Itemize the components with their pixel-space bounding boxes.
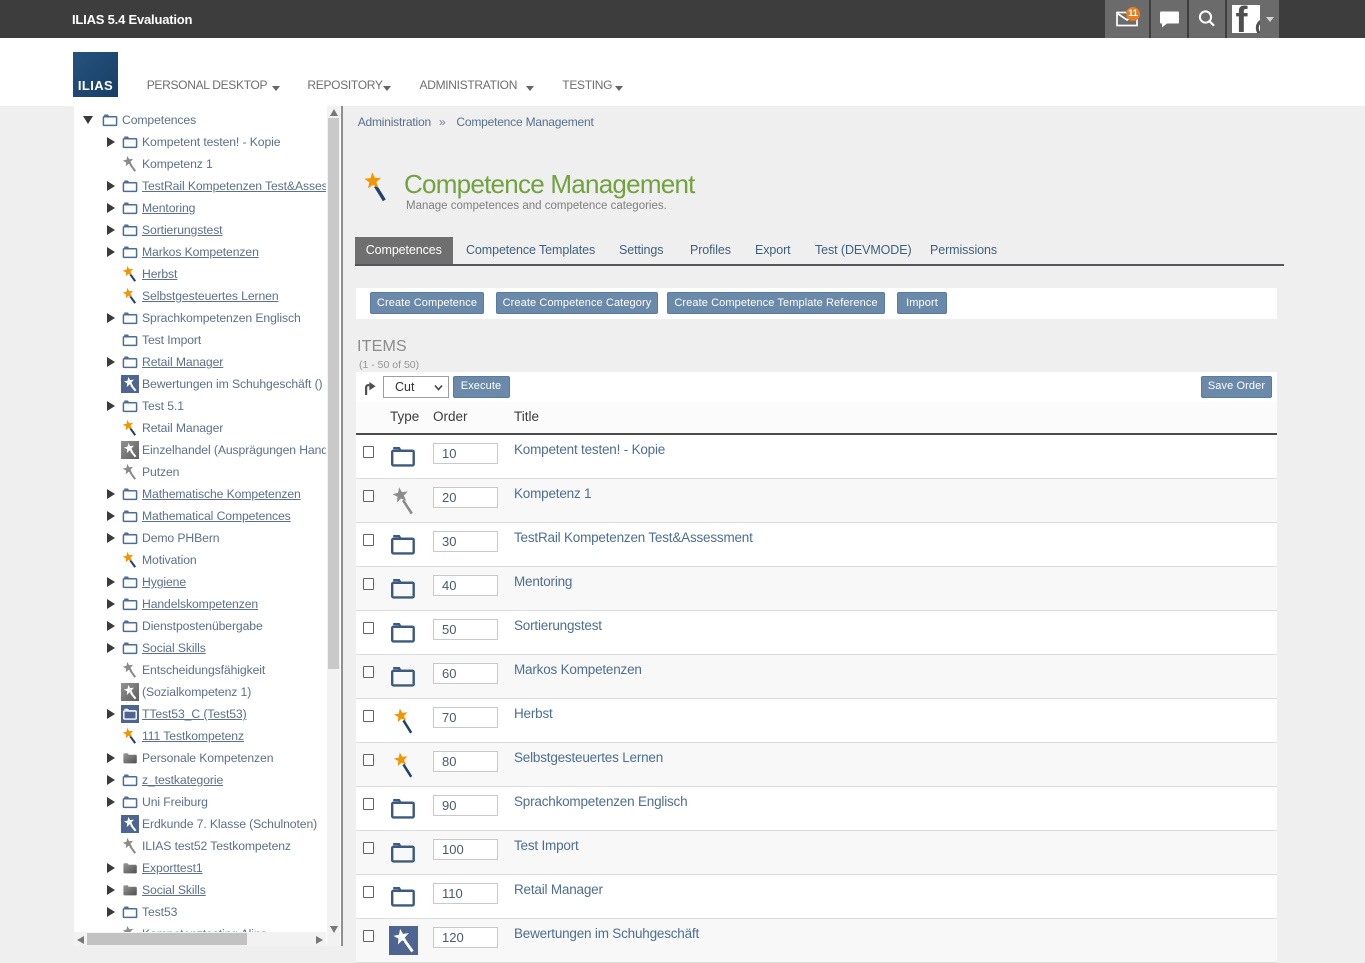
svg-text:f: f [1236, 5, 1249, 33]
